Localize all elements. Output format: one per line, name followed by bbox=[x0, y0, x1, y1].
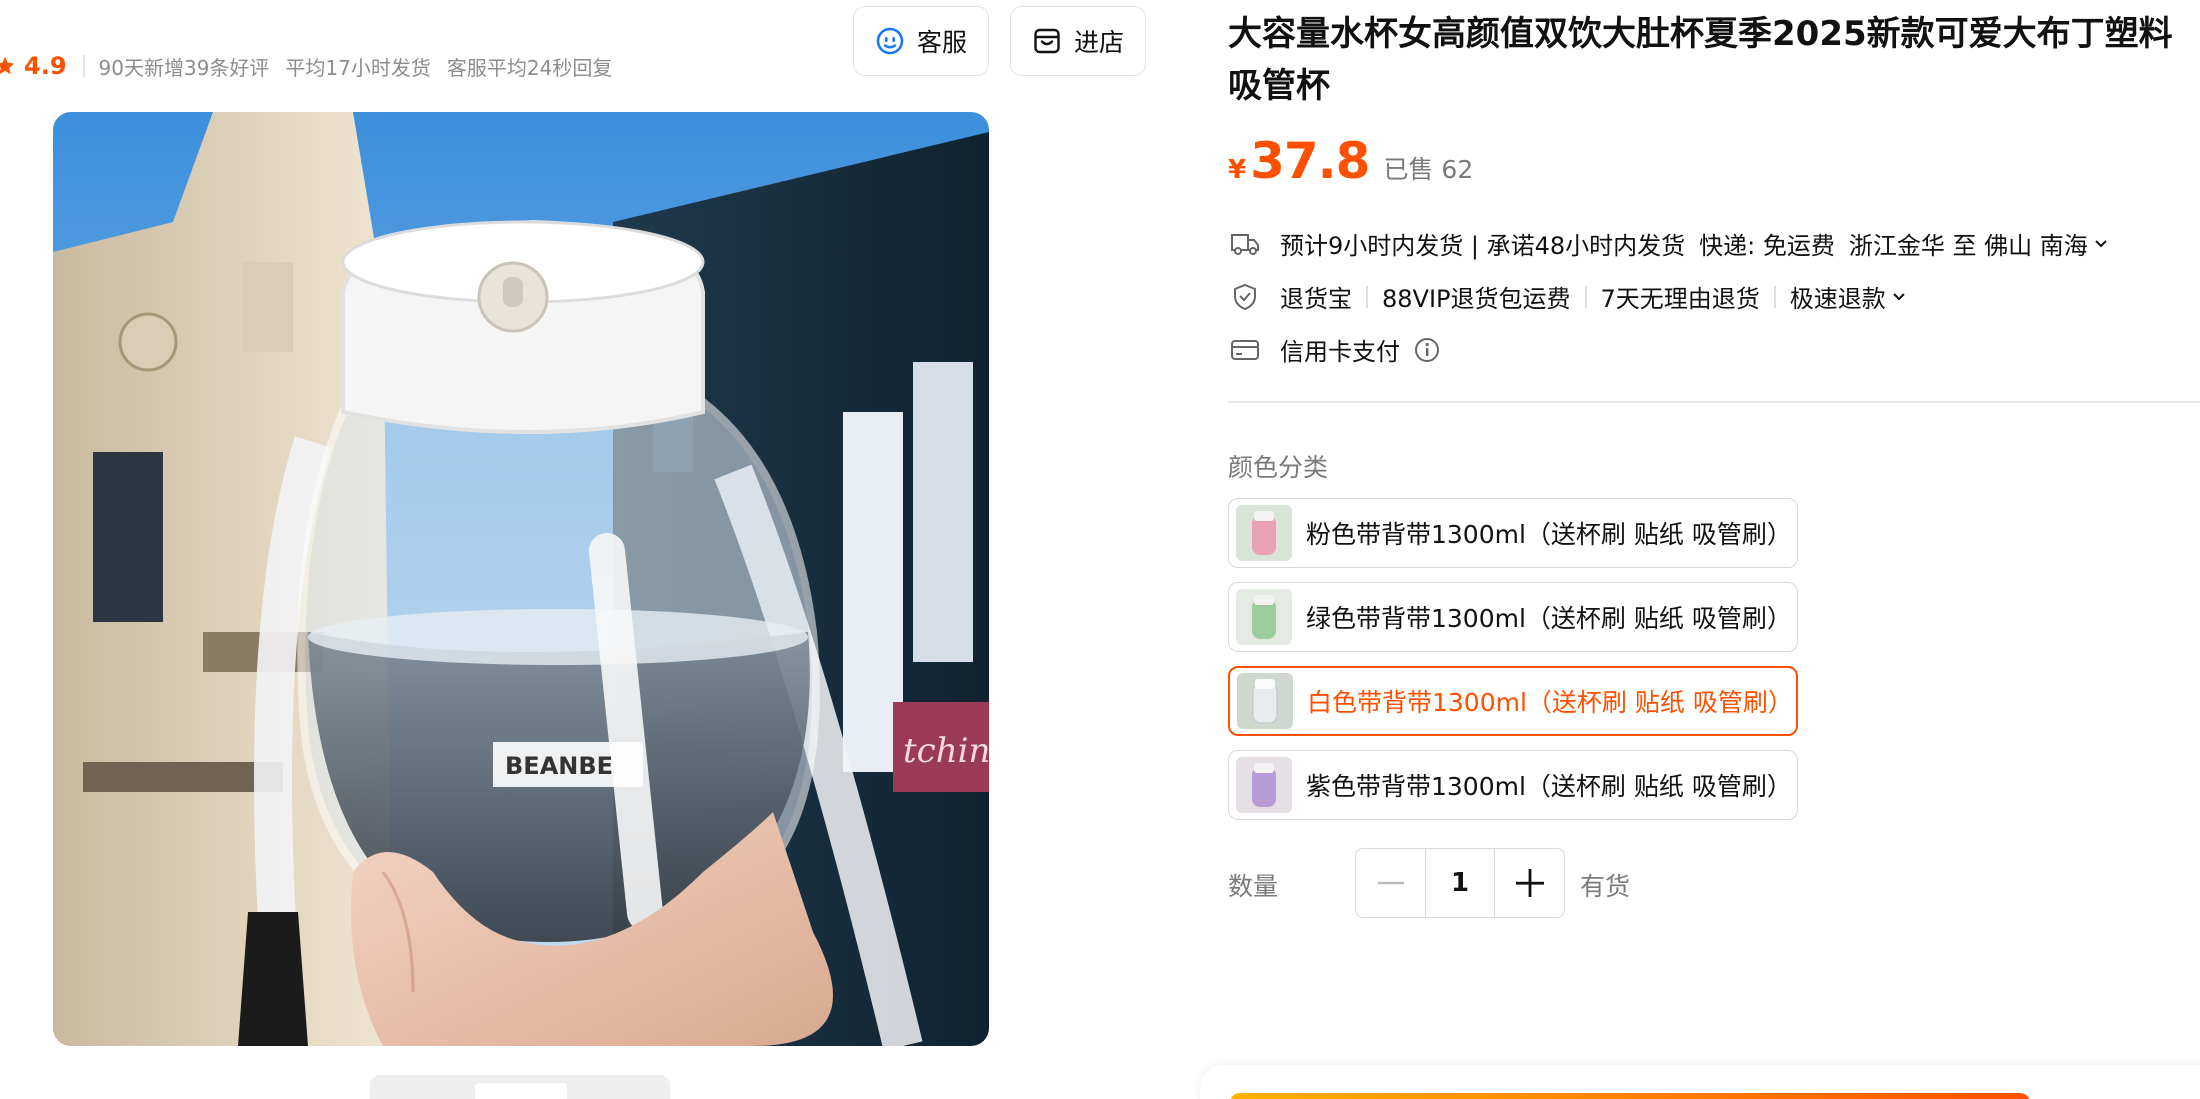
plus-icon bbox=[1515, 869, 1544, 897]
sku-thumbnail bbox=[1236, 505, 1292, 561]
sku-option-purple[interactable]: 紫色带背带1300ml（送杯刷 贴纸 吸管刷） bbox=[1228, 750, 1798, 820]
store-rating: 4.9 bbox=[24, 52, 67, 80]
shipping-row: 预计9小时内发货 | 承诺48小时内发货 快递: 免运费 浙江金华 至 佛山 南… bbox=[1228, 226, 2108, 261]
decrease-button[interactable] bbox=[1356, 849, 1425, 917]
divider bbox=[82, 55, 85, 77]
store-stats-bar: 4.9 90天新增39条好评 平均17小时发货 客服平均24秒回复 bbox=[0, 44, 628, 88]
seven-day-return: 7天无理由退货 bbox=[1600, 285, 1760, 313]
truck-icon bbox=[1228, 227, 1262, 261]
sku-option-label: 紫色带背带1300ml（送杯刷 贴纸 吸管刷） bbox=[1306, 772, 1792, 801]
thumbnail-active[interactable] bbox=[475, 1083, 567, 1099]
increase-button[interactable] bbox=[1495, 849, 1564, 917]
product-title: 大容量水杯女高颜值双饮大肚杯夏季2025新款可爱大布丁塑料吸管杯 bbox=[1228, 14, 2173, 106]
sku-thumbnail bbox=[1237, 673, 1293, 729]
vip-return-shipping: 88VIP退货包运费 bbox=[1382, 285, 1571, 313]
minus-icon bbox=[1377, 881, 1404, 885]
service-face-icon bbox=[876, 27, 904, 55]
shipping-route[interactable]: 浙江金华 至 佛山 南海 bbox=[1849, 226, 2088, 261]
sku-option-green[interactable]: 绿色带背带1300ml（送杯刷 贴纸 吸管刷） bbox=[1228, 582, 1798, 652]
express-fee: 快递: 免运费 bbox=[1699, 232, 1835, 260]
sign-text: tchinT bbox=[903, 731, 989, 771]
sku-thumbnail bbox=[1236, 589, 1292, 645]
color-category-label: 颜色分类 bbox=[1228, 453, 1329, 482]
quantity-value[interactable]: 1 bbox=[1425, 849, 1495, 917]
stat-reply-time: 客服平均24秒回复 bbox=[446, 55, 613, 80]
sku-option-white-selected[interactable]: 白色带背带1300ml（送杯刷 贴纸 吸管刷） bbox=[1228, 666, 1798, 736]
quantity-label: 数量 bbox=[1228, 872, 1279, 901]
buy-button[interactable] bbox=[1230, 1093, 2030, 1099]
divider bbox=[1773, 285, 1776, 308]
purchase-action-card bbox=[1200, 1065, 2200, 1099]
sku-option-label: 绿色带背带1300ml（送杯刷 贴纸 吸管刷） bbox=[1306, 604, 1792, 633]
credit-card-icon bbox=[1228, 333, 1262, 367]
info-icon[interactable] bbox=[1414, 337, 1440, 363]
shop-icon bbox=[1034, 28, 1060, 54]
sku-thumbnail bbox=[1236, 757, 1292, 813]
cup-brand-text: BEANBE bbox=[505, 752, 613, 780]
sold-count: 已售 62 bbox=[1383, 155, 1474, 184]
main-product-image[interactable]: tchinT BEANBE bbox=[53, 112, 989, 1046]
stock-status: 有货 bbox=[1580, 872, 1631, 901]
shipping-estimate: 预计9小时内发货 | 承诺48小时内发货 bbox=[1280, 232, 1686, 260]
sku-option-label: 白色带背带1300ml（送杯刷 贴纸 吸管刷） bbox=[1307, 688, 1793, 717]
stat-ship-time: 平均17小时发货 bbox=[285, 55, 431, 80]
chevron-down-icon[interactable] bbox=[2094, 239, 2108, 249]
chevron-down-icon[interactable] bbox=[1892, 292, 1906, 302]
returns-row: 退货宝 88VIP退货包运费 7天无理由退货 极速退款 bbox=[1228, 279, 1906, 314]
price-value: 37.8 bbox=[1250, 132, 1370, 190]
star-icon bbox=[0, 56, 15, 75]
divider bbox=[1584, 285, 1587, 308]
enter-shop-label: 进店 bbox=[1073, 28, 1124, 57]
quantity-stepper: 1 bbox=[1355, 848, 1565, 918]
credit-card-payment: 信用卡支付 bbox=[1280, 338, 1400, 366]
return-shield-icon bbox=[1228, 280, 1262, 314]
enter-shop-button[interactable]: 进店 bbox=[1010, 6, 1146, 76]
return-protect: 退货宝 bbox=[1280, 285, 1352, 313]
sku-option-pink[interactable]: 粉色带背带1300ml（送杯刷 贴纸 吸管刷） bbox=[1228, 498, 1798, 568]
stat-new-reviews: 90天新增39条好评 bbox=[98, 55, 270, 80]
divider bbox=[1366, 285, 1368, 308]
product-photo: tchinT BEANBE bbox=[53, 112, 989, 1046]
fast-refund[interactable]: 极速退款 bbox=[1790, 279, 1886, 314]
thumbnail-strip[interactable] bbox=[370, 1075, 670, 1099]
payment-row: 信用卡支付 bbox=[1228, 332, 1440, 367]
customer-service-label: 客服 bbox=[916, 28, 967, 57]
customer-service-button[interactable]: 客服 bbox=[853, 6, 989, 76]
currency-symbol: ¥ bbox=[1228, 155, 1247, 185]
sku-option-label: 粉色带背带1300ml（送杯刷 贴纸 吸管刷） bbox=[1306, 520, 1792, 549]
section-divider bbox=[1228, 401, 2200, 403]
price-row: ¥ 37.8 已售 62 bbox=[1228, 132, 1473, 190]
